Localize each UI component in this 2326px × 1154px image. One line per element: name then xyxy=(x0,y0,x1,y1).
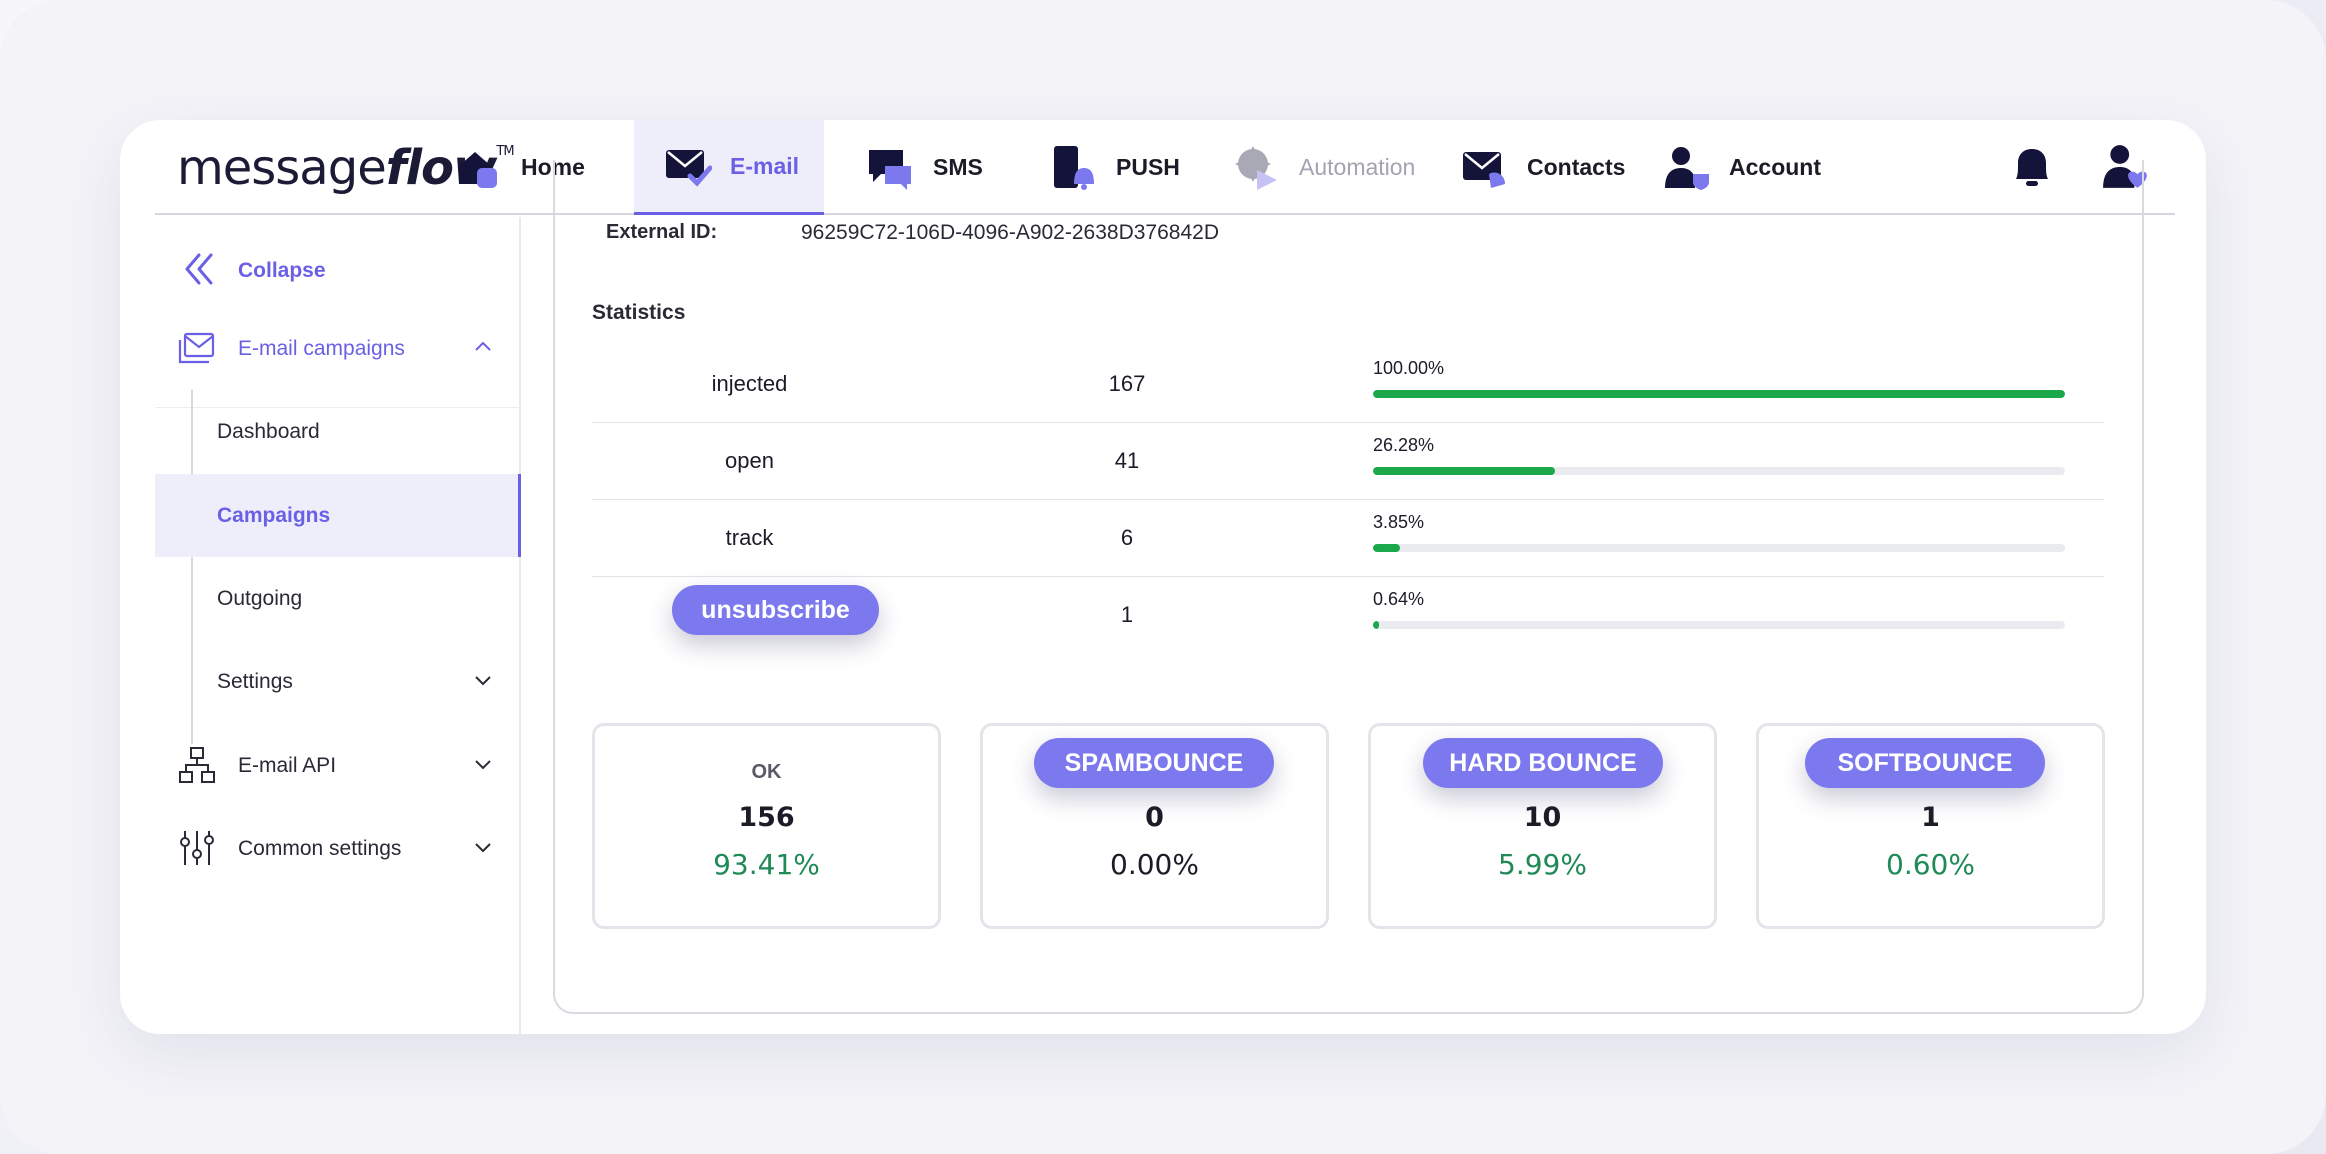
sidebar-item-outgoing[interactable]: Outgoing xyxy=(155,557,521,640)
stat-progress-fill xyxy=(1373,544,1400,552)
statistics-title: Statistics xyxy=(592,301,686,324)
tile-count: 156 xyxy=(738,802,795,833)
hard-bounce-pill[interactable]: HARD BOUNCE xyxy=(1423,738,1663,788)
tile-percent: 0.00% xyxy=(1110,848,1199,881)
tile-count: 0 xyxy=(1145,802,1164,833)
stat-count: 167 xyxy=(1108,371,1146,396)
softbounce-pill[interactable]: SOFTBOUNCE xyxy=(1805,738,2045,788)
stat-progress-fill xyxy=(1373,390,2065,398)
sidebar: Collapse E-mail campaigns Dashboard Camp… xyxy=(155,217,521,1034)
stat-percent: 100.00% xyxy=(1373,358,1445,378)
tile-percent: 93.41% xyxy=(713,848,820,881)
chevron-down-icon xyxy=(475,676,491,686)
collapse-button[interactable]: Collapse xyxy=(155,229,521,312)
stat-progress-fill xyxy=(1373,621,1379,629)
tile-count: 10 xyxy=(1523,802,1562,833)
network-icon xyxy=(179,747,215,783)
sidebar-item-settings[interactable]: Settings xyxy=(155,640,521,723)
tile-percent: 5.99% xyxy=(1498,848,1587,881)
home-icon xyxy=(459,151,497,188)
spambounce-pill[interactable]: SPAMBOUNCE xyxy=(1034,738,1274,788)
stat-count: 1 xyxy=(1120,602,1134,627)
stat-progress-fill xyxy=(1373,467,1555,475)
tile-percent: 0.60% xyxy=(1886,848,1975,881)
external-id-value: 96259C72-106D-4096-A902-2638D376842D xyxy=(801,221,1219,244)
stat-percent: 0.64% xyxy=(1373,589,1425,609)
stat-name: track xyxy=(725,525,774,550)
stat-count: 41 xyxy=(1114,448,1140,473)
stat-progress-bar xyxy=(1373,467,2065,475)
stat-row-injected: injected 167 100.00% xyxy=(592,346,2104,423)
tile-count: 1 xyxy=(1921,802,1940,833)
sidebar-item-email-api[interactable]: E-mail API xyxy=(155,724,521,807)
tile-label: OK xyxy=(751,761,782,783)
stat-row-track: track 6 3.85% xyxy=(592,500,2104,577)
stat-name: open xyxy=(725,448,774,473)
stat-percent: 26.28% xyxy=(1373,435,1435,455)
mail-stack-icon xyxy=(178,332,215,364)
chevron-up-icon xyxy=(475,341,491,351)
sidebar-item-dashboard[interactable]: Dashboard xyxy=(155,390,521,473)
sidebar-item-campaigns[interactable]: Campaigns xyxy=(155,474,521,557)
double-chevron-left-icon xyxy=(185,253,213,285)
chevron-down-icon xyxy=(475,843,491,853)
stat-count: 6 xyxy=(1120,525,1134,550)
chevron-down-icon xyxy=(475,760,491,770)
external-id-label: External ID: xyxy=(606,221,718,243)
stat-percent: 3.85% xyxy=(1373,512,1425,532)
stat-progress-bar xyxy=(1373,390,2065,398)
sidebar-item-email-campaigns[interactable]: E-mail campaigns xyxy=(155,307,521,390)
app-window: messageflowTM Home E-mail SMS PUSH Autom… xyxy=(120,120,2206,1034)
stat-row-open: open 41 26.28% xyxy=(592,423,2104,500)
sliders-icon xyxy=(180,831,214,865)
stat-progress-bar xyxy=(1373,621,2065,629)
stat-name: injected xyxy=(711,371,788,396)
sidebar-item-common-settings[interactable]: Common settings xyxy=(155,807,521,890)
stat-progress-bar xyxy=(1373,544,2065,552)
unsubscribe-pill[interactable]: unsubscribe xyxy=(672,585,879,635)
tile-ok: OK 156 93.41% xyxy=(592,723,941,929)
